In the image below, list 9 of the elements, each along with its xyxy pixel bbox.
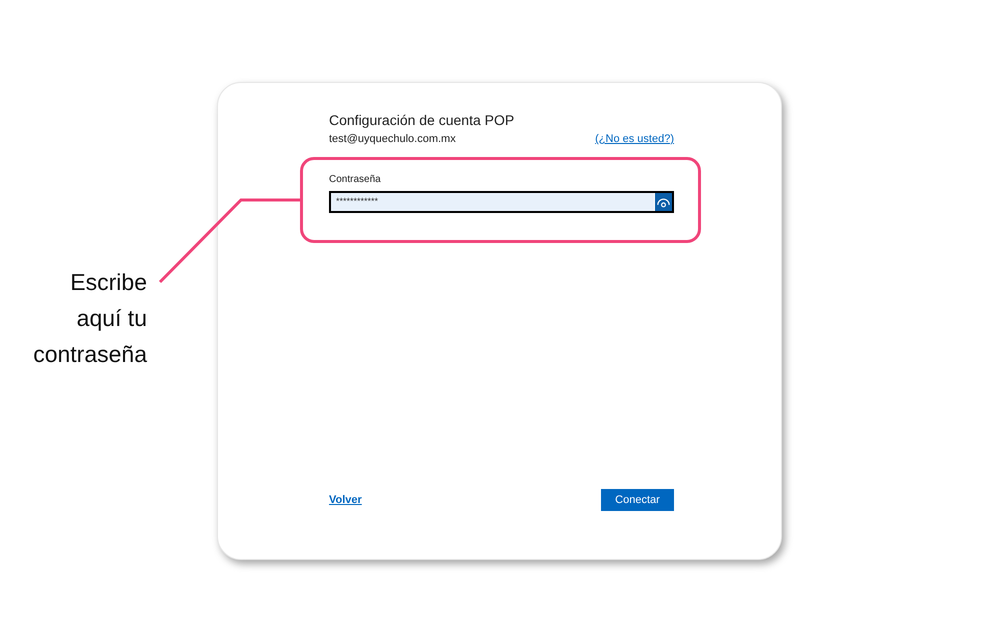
account-email: test@uyquechulo.com.mx [329, 132, 456, 147]
annotation-text: Escribe aquí tu contraseña [32, 268, 147, 369]
reveal-password-icon[interactable] [654, 192, 672, 210]
connect-button[interactable]: Conectar [601, 489, 674, 511]
password-label: Contraseña [329, 172, 382, 186]
back-link[interactable]: Volver [329, 492, 362, 508]
dialog-title: Configuración de cuenta POP [329, 111, 516, 129]
password-field[interactable]: ************ [329, 190, 674, 212]
not-you-link[interactable]: (¿No es usted?) [595, 131, 674, 148]
